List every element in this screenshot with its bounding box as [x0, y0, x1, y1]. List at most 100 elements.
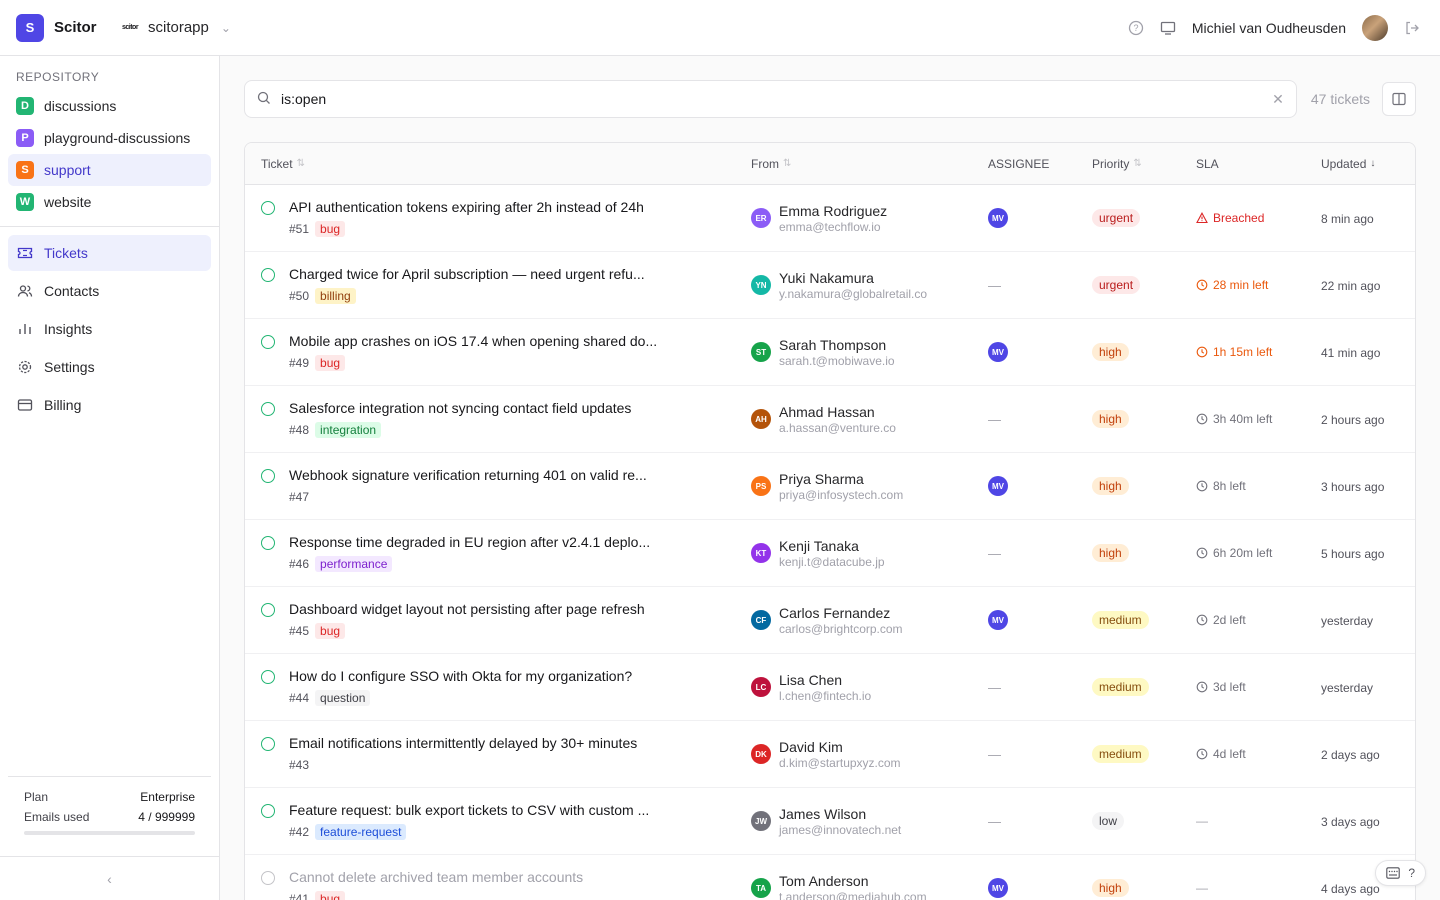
- keyboard-icon: [1386, 867, 1401, 879]
- header-from[interactable]: From ⇅: [735, 157, 972, 171]
- clock-icon: [1196, 614, 1208, 626]
- contact-name[interactable]: Priya Sharma: [779, 471, 903, 487]
- repository-section-title: REPOSITORY: [16, 70, 100, 84]
- sidebar-item-contacts[interactable]: Contacts: [8, 273, 211, 309]
- open-status-icon: [261, 736, 275, 751]
- contact-email: sarah.t@mobiwave.io: [779, 353, 895, 368]
- updated-time: 5 hours ago: [1321, 547, 1385, 561]
- sidebar-item-insights[interactable]: Insights: [8, 311, 211, 347]
- contact-name[interactable]: Kenji Tanaka: [779, 538, 885, 554]
- contact-avatar: CF: [751, 610, 771, 630]
- ticket-tag: bug: [315, 890, 346, 900]
- contact-name[interactable]: Emma Rodriguez: [779, 203, 887, 219]
- table-row[interactable]: Email notifications intermittently delay…: [245, 721, 1415, 788]
- ticket-title[interactable]: Webhook signature verification returning…: [289, 467, 647, 483]
- updated-time: 2 hours ago: [1321, 413, 1385, 427]
- user-name[interactable]: Michiel van Oudheusden: [1192, 20, 1346, 36]
- sla-status: 1h 15m left: [1196, 345, 1305, 359]
- help-chat-button[interactable]: ?: [1375, 860, 1426, 886]
- search-input[interactable]: [281, 91, 1273, 107]
- ticket-title[interactable]: Response time degraded in EU region afte…: [289, 534, 650, 550]
- table-row[interactable]: API authentication tokens expiring after…: [245, 185, 1415, 252]
- repo-label: support: [44, 162, 91, 178]
- ticket-title[interactable]: Dashboard widget layout not persisting a…: [289, 601, 645, 617]
- table-row[interactable]: Dashboard widget layout not persisting a…: [245, 587, 1415, 654]
- ticket-title[interactable]: API authentication tokens expiring after…: [289, 199, 644, 215]
- repo-badge: W: [16, 193, 34, 211]
- open-status-icon: [261, 267, 275, 282]
- contact-email: carlos@brightcorp.com: [779, 621, 903, 636]
- table-row[interactable]: Response time degraded in EU region afte…: [245, 520, 1415, 587]
- table-row[interactable]: Webhook signature verification returning…: [245, 453, 1415, 520]
- assignee-avatar[interactable]: MV: [988, 208, 1008, 229]
- header-ticket-label: Ticket: [261, 156, 293, 171]
- sidebar-item-tickets[interactable]: Tickets: [8, 235, 211, 271]
- priority-badge: high: [1092, 343, 1129, 361]
- ticket-title[interactable]: Mobile app crashes on iOS 17.4 when open…: [289, 333, 657, 349]
- table-row[interactable]: Mobile app crashes on iOS 17.4 when open…: [245, 319, 1415, 386]
- table-row[interactable]: How do I configure SSO with Okta for my …: [245, 654, 1415, 721]
- sla-text: 3d left: [1213, 680, 1246, 694]
- priority-badge: medium: [1092, 678, 1149, 696]
- assignee-avatar[interactable]: MV: [988, 342, 1008, 363]
- contact-name[interactable]: Carlos Fernandez: [779, 605, 903, 621]
- org-switcher[interactable]: scitor scitorapp ⌄: [122, 19, 231, 36]
- panel-toggle-button[interactable]: [1382, 82, 1416, 116]
- sort-down-icon: ↓: [1370, 158, 1376, 169]
- sidebar-item-billing[interactable]: Billing: [8, 387, 211, 423]
- clear-search-icon[interactable]: ✕: [1272, 91, 1284, 108]
- ticket-title[interactable]: Feature request: bulk export tickets to …: [289, 802, 649, 818]
- repo-item-discussions[interactable]: D discussions: [8, 90, 211, 122]
- contact-email: y.nakamura@globalretail.co: [779, 286, 928, 301]
- contact-name[interactable]: James Wilson: [779, 806, 901, 822]
- unassigned-dash[interactable]: —: [988, 814, 1001, 829]
- sla-status: —: [1196, 814, 1305, 828]
- unassigned-dash[interactable]: —: [988, 412, 1001, 427]
- sidebar-item-label: Insights: [44, 321, 93, 337]
- contact-name[interactable]: Yuki Nakamura: [779, 270, 927, 286]
- ticket-title[interactable]: Email notifications intermittently delay…: [289, 735, 637, 751]
- contacts-icon: [16, 284, 34, 298]
- contact-name[interactable]: Tom Anderson: [779, 873, 927, 889]
- header-ticket[interactable]: Ticket ⇅: [245, 157, 735, 171]
- contact-name[interactable]: Lisa Chen: [779, 672, 871, 688]
- contact-email: d.kim@startupxyz.com: [779, 755, 901, 770]
- header-priority[interactable]: Priority ⇅: [1076, 157, 1180, 171]
- sla-status: 6h 20m left: [1196, 546, 1305, 560]
- ticket-title[interactable]: How do I configure SSO with Okta for my …: [289, 668, 632, 684]
- logout-icon[interactable]: [1404, 20, 1420, 36]
- unassigned-dash[interactable]: —: [988, 546, 1001, 561]
- table-row[interactable]: Salesforce integration not syncing conta…: [245, 386, 1415, 453]
- repo-item-website[interactable]: W website: [8, 186, 211, 218]
- help-icon[interactable]: ?: [1128, 20, 1144, 36]
- unassigned-dash[interactable]: —: [988, 278, 1001, 293]
- search-box[interactable]: ✕: [244, 80, 1297, 118]
- user-avatar[interactable]: [1362, 14, 1388, 41]
- contact-name[interactable]: Sarah Thompson: [779, 337, 895, 353]
- sidebar-item-settings[interactable]: Settings: [8, 349, 211, 385]
- collapse-sidebar-button[interactable]: ‹: [0, 856, 219, 900]
- assignee-avatar[interactable]: MV: [988, 610, 1008, 631]
- repo-label: discussions: [44, 98, 117, 114]
- ticket-title[interactable]: Salesforce integration not syncing conta…: [289, 400, 631, 416]
- help-label: ?: [1408, 866, 1415, 880]
- header-updated[interactable]: Updated ↓: [1305, 157, 1415, 171]
- sla-status: 3h 40m left: [1196, 412, 1305, 426]
- table-row[interactable]: Cannot delete archived team member accou…: [245, 855, 1415, 900]
- unassigned-dash[interactable]: —: [988, 747, 1001, 762]
- ticket-number: #46: [289, 556, 310, 571]
- monitor-icon[interactable]: [1160, 20, 1176, 36]
- repo-item-support[interactable]: S support: [8, 154, 211, 186]
- contact-name[interactable]: David Kim: [779, 739, 901, 755]
- assignee-avatar[interactable]: MV: [988, 476, 1008, 497]
- unassigned-dash[interactable]: —: [988, 680, 1001, 695]
- ticket-title[interactable]: Charged twice for April subscription — n…: [289, 266, 645, 282]
- contact-name[interactable]: Ahmad Hassan: [779, 404, 896, 420]
- table-row[interactable]: Charged twice for April subscription — n…: [245, 252, 1415, 319]
- split-panel-icon: [1392, 92, 1406, 106]
- ticket-title[interactable]: Cannot delete archived team member accou…: [289, 869, 583, 885]
- assignee-avatar[interactable]: MV: [988, 878, 1008, 899]
- insights-icon: [16, 322, 34, 336]
- table-row[interactable]: Feature request: bulk export tickets to …: [245, 788, 1415, 855]
- repo-item-playground-discussions[interactable]: P playground-discussions: [8, 122, 211, 154]
